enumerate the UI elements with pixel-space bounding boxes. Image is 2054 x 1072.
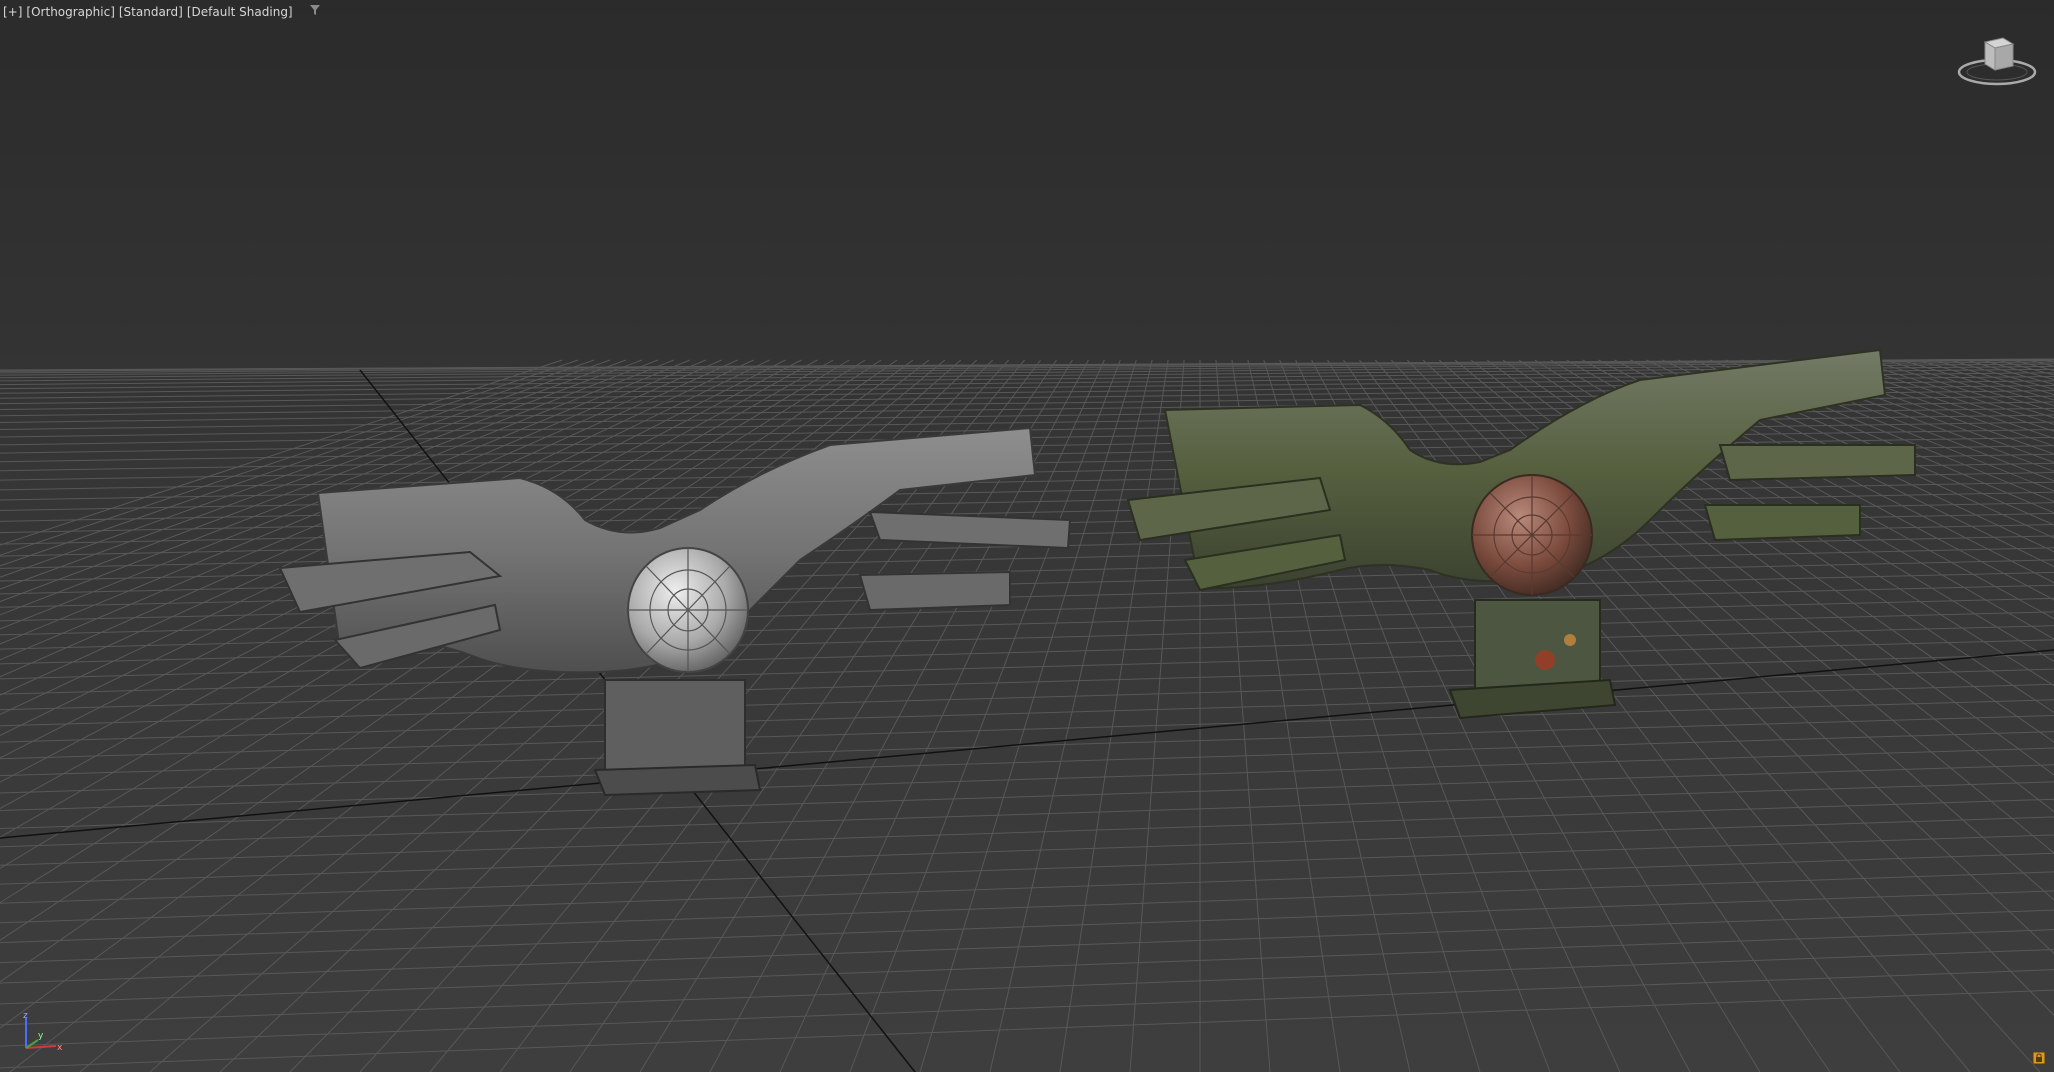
scene-canvas[interactable] — [0, 0, 2054, 1072]
axis-y-label: y — [38, 1031, 44, 1041]
grid-line — [0, 731, 2054, 794]
grid-line — [0, 683, 2054, 743]
grid-line — [0, 852, 2054, 924]
grid-line — [0, 715, 2054, 777]
grid-line — [0, 747, 2054, 812]
grid-line — [0, 969, 2054, 1047]
grid-line — [0, 359, 643, 603]
perspective-viewport[interactable]: [+] [Orthographic] [Standard] [Default S… — [0, 0, 2054, 1072]
grid-line — [0, 359, 627, 590]
grid-line — [0, 653, 2054, 711]
grid-line — [0, 359, 882, 941]
grid-line — [0, 949, 2054, 1026]
grid-line — [0, 909, 2054, 984]
viewport-quality-label[interactable]: [Standard] — [119, 5, 183, 19]
grid-line — [0, 781, 2054, 848]
axis-tripod-icon: z x y — [18, 1011, 64, 1056]
grid-axis-line — [0, 649, 2054, 839]
grid-line — [0, 816, 2054, 885]
viewport-label-bar: [+] [Orthographic] [Standard] [Default S… — [3, 4, 321, 19]
axis-x-label: x — [57, 1043, 63, 1053]
stone-bench-mossy[interactable] — [1126, 348, 1916, 720]
grid-line — [0, 890, 2054, 964]
grid-line — [1059, 359, 1169, 1072]
grid-line — [0, 929, 2054, 1005]
grid-line — [0, 639, 2054, 695]
lock-icon[interactable] — [2032, 1050, 2046, 1065]
axis-z-label: z — [23, 1012, 28, 1021]
filter-icon[interactable] — [309, 4, 321, 19]
viewport-menu-label[interactable]: [+] — [3, 5, 22, 19]
grid-line — [0, 359, 898, 983]
viewport-view-label[interactable]: [Orthographic] — [26, 5, 114, 19]
grid-line — [0, 764, 2054, 829]
grid-line — [0, 359, 659, 616]
grid-line — [0, 871, 2054, 944]
grid-line — [0, 625, 2054, 680]
grid-line — [0, 989, 2054, 1069]
viewport-shading-label[interactable]: [Default Shading] — [187, 5, 293, 19]
viewcube-icon[interactable] — [1955, 32, 2039, 92]
